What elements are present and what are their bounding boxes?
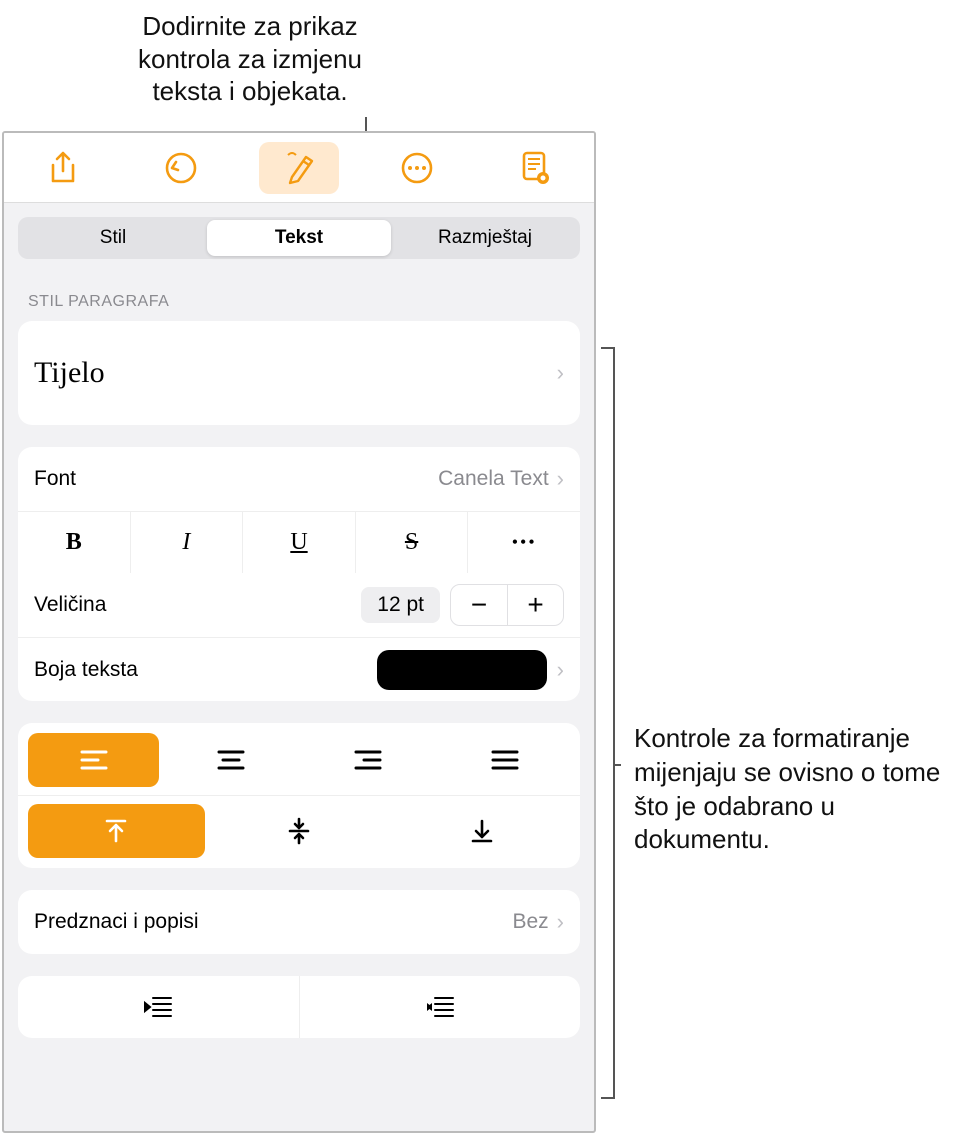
share-button[interactable] xyxy=(23,142,103,194)
align-justify-button[interactable] xyxy=(439,733,570,787)
callout-right-text: Kontrole za formatiranje mijenjaju se ov… xyxy=(634,722,944,857)
chevron-right-icon: › xyxy=(557,466,564,492)
chevron-right-icon: › xyxy=(557,657,564,683)
paragraph-style-card: Tijelo › xyxy=(18,321,580,425)
callout-bracket-right xyxy=(600,347,622,1099)
font-card: Font Canela Text › B I U S ••• Veličina … xyxy=(18,447,580,701)
indent-row xyxy=(18,976,580,1038)
format-panel: Stil Tekst Razmještaj STIL PARAGRAFA Tij… xyxy=(2,131,596,1133)
decrease-indent-button[interactable] xyxy=(18,976,300,1038)
bold-button[interactable]: B xyxy=(18,512,130,573)
size-increase-button[interactable]: + xyxy=(507,585,563,625)
text-color-label: Boja teksta xyxy=(34,658,138,682)
segmented-tabs: Stil Tekst Razmještaj xyxy=(18,217,580,259)
increase-indent-button[interactable] xyxy=(300,976,581,1038)
bullets-value: Bez xyxy=(512,910,548,934)
paragraph-style-row[interactable]: Tijelo › xyxy=(18,321,580,425)
callout-top-text: Dodirnite za prikaz kontrola za izmjenu … xyxy=(100,10,400,108)
text-color-row[interactable]: Boja teksta › xyxy=(18,637,580,701)
valign-middle-button[interactable] xyxy=(211,804,388,858)
top-toolbar xyxy=(4,133,594,203)
tab-layout[interactable]: Razmještaj xyxy=(393,220,577,256)
section-paragraph-style-label: STIL PARAGRAFA xyxy=(28,293,570,311)
italic-button[interactable]: I xyxy=(130,512,243,573)
text-style-buttons: B I U S ••• xyxy=(18,511,580,573)
size-stepper: − + xyxy=(450,584,564,626)
font-value: Canela Text xyxy=(438,467,549,491)
chevron-right-icon: › xyxy=(557,360,564,386)
chevron-right-icon: › xyxy=(557,909,564,935)
valign-top-button[interactable] xyxy=(28,804,205,858)
font-row[interactable]: Font Canela Text › xyxy=(18,447,580,511)
size-decrease-button[interactable]: − xyxy=(451,585,507,625)
font-label: Font xyxy=(34,467,76,491)
size-value[interactable]: 12 pt xyxy=(361,587,440,623)
vertical-alignment-row xyxy=(18,795,580,864)
size-row: Veličina 12 pt − + xyxy=(18,573,580,637)
more-button[interactable] xyxy=(377,142,457,194)
underline-button[interactable]: U xyxy=(242,512,355,573)
align-left-button[interactable] xyxy=(28,733,159,787)
horizontal-alignment-row xyxy=(18,727,580,793)
valign-bottom-button[interactable] xyxy=(393,804,570,858)
text-color-swatch xyxy=(377,650,547,690)
align-center-button[interactable] xyxy=(165,733,296,787)
indent-card xyxy=(18,976,580,1038)
tab-text[interactable]: Tekst xyxy=(207,220,391,256)
strikethrough-button[interactable]: S xyxy=(355,512,468,573)
size-label: Veličina xyxy=(34,593,106,617)
bullets-label: Predznaci i popisi xyxy=(34,910,199,934)
document-view-button[interactable] xyxy=(495,142,575,194)
undo-button[interactable] xyxy=(141,142,221,194)
tab-style[interactable]: Stil xyxy=(21,220,205,256)
alignment-card xyxy=(18,723,580,868)
more-text-options-button[interactable]: ••• xyxy=(467,512,580,573)
paragraph-style-value: Tijelo xyxy=(34,356,105,390)
align-right-button[interactable] xyxy=(302,733,433,787)
bullets-lists-card: Predznaci i popisi Bez › xyxy=(18,890,580,954)
format-button[interactable] xyxy=(259,142,339,194)
bullets-row[interactable]: Predznaci i popisi Bez › xyxy=(18,890,580,954)
